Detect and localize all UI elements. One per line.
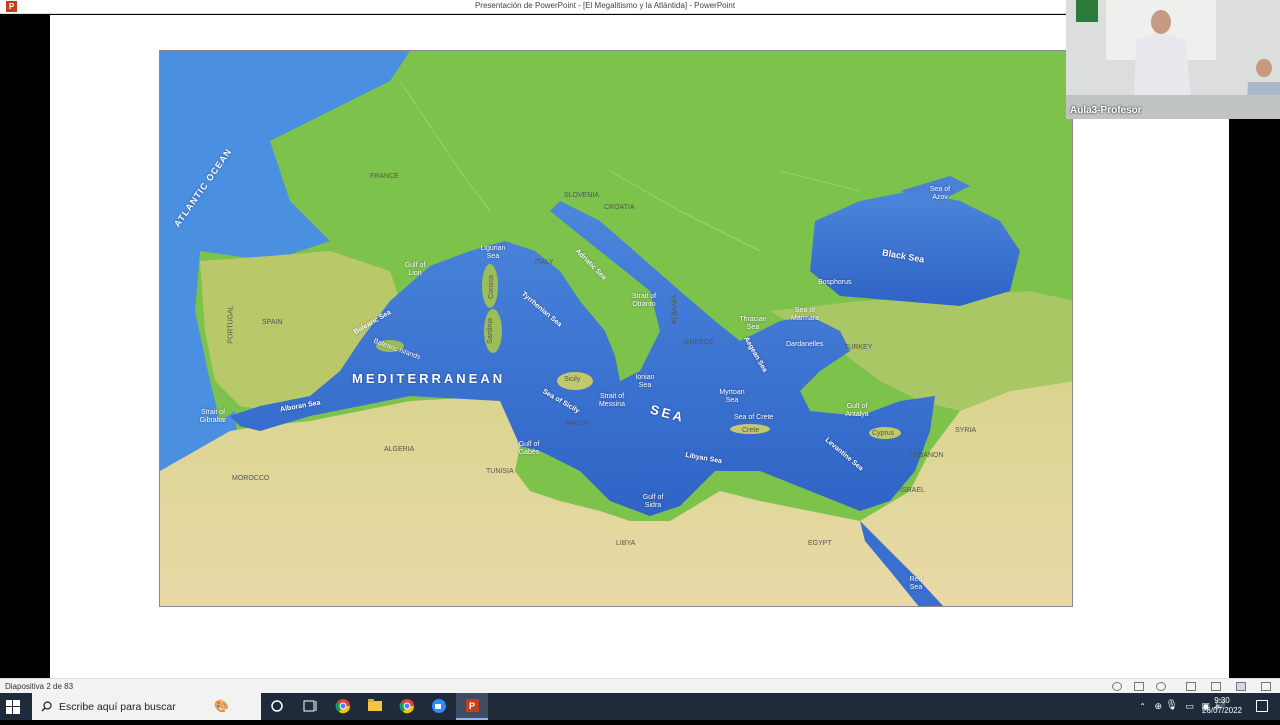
sea-label: Thracian Sea [739,316,767,331]
gulf-label: Gulf of Lion [404,262,426,277]
powerpoint-taskbar-icon[interactable]: P [456,693,488,720]
webcam-image [1066,0,1280,119]
notes-icon[interactable] [1134,682,1144,691]
country-label: SLOVENIA [564,192,600,199]
gulf-label: Gulf of Gabès [518,441,540,456]
chrome-icon[interactable] [327,693,359,720]
gulf-label: Gulf of Sidra [642,494,664,509]
country-label: TUNISIA [486,468,514,475]
task-view-icon[interactable] [295,693,327,720]
accessibility-icon[interactable] [1112,682,1122,691]
clock-time: 9:30 [1214,696,1230,705]
sea-label: Sea of Azov [929,186,951,201]
country-label: SYRIA [955,427,977,434]
sea-label: Ionian Sea [635,374,655,389]
svg-text:P: P [469,701,475,711]
strait-label: Dardanelles [786,341,824,348]
reading-view-icon[interactable] [1236,682,1246,691]
island-label: Corsica [487,275,495,299]
webcam-feed: Aula3-Profesor [1066,0,1280,119]
mediterranean-map: ATLANTIC OCEAN MEDITERRANEAN SEA FRANCE … [159,50,1073,607]
country-label: PORTUGAL [227,305,235,344]
cortana-icon[interactable] [263,693,295,720]
printer-icon[interactable]: ▭ [1185,701,1194,712]
country-label: ITALY [535,259,554,266]
clock-date: 26/07/2022 [1201,706,1242,715]
mediterranean-label: MEDITERRANEAN [352,371,506,386]
windows-start-icon[interactable] [6,700,20,714]
normal-view-icon[interactable] [1186,682,1196,691]
notifications-icon[interactable] [1256,700,1268,712]
window-title: Presentación de PowerPoint - [El Megalit… [474,1,736,10]
country-label: SPAIN [262,319,283,326]
sea-label: Ligurian Sea [480,245,506,260]
country-label: ALGERIA [384,446,415,453]
chrome-icon-2[interactable] [391,693,423,720]
island-label: Sicily [564,376,581,383]
taskbar-clock[interactable]: 9:30 26/07/2022 [1202,696,1242,716]
country-label: ISRAEL [900,487,925,494]
slide-sorter-icon[interactable] [1211,682,1221,691]
country-label: ALBANIA [671,294,679,325]
country-label: FRANCE [370,173,399,180]
search-highlight-icon: 🎨 [214,699,229,713]
sea-label: Sea of Crete [734,414,774,421]
country-label: LIBYA [616,540,636,547]
strait-label: Strait of Messina [598,393,626,408]
microphone-icon[interactable]: 🎙 [1165,700,1178,711]
file-explorer-icon[interactable] [359,693,391,720]
island-label: Crete [742,427,760,434]
country-label: EGYPT [808,540,832,547]
gulf-label: Gulf of Antalya [845,403,869,418]
search-placeholder: Escribe aquí para buscar [59,701,176,713]
sea-label: Red Sea [909,576,923,591]
strait-label: Strait of Otranto [631,293,657,308]
strait-label: Strait of Gibraltar [199,409,227,424]
zoom-icon[interactable] [423,693,455,720]
webcam-label: Aula3-Profesor [1070,105,1142,116]
search-icon [41,701,52,712]
country-label: LEBANON [910,452,944,459]
country-label: TURKEY [844,344,873,351]
slideshow-icon[interactable] [1261,682,1271,691]
sea-label: Myrtoan Sea [719,389,745,404]
island-label: Cyprus [872,430,895,437]
taskbar: Escribe aquí para buscar 🎨 P ⌃ ⊕ 🎙 ▭ ▣ 🔊… [0,693,1280,720]
search-box[interactable]: Escribe aquí para buscar 🎨 [32,693,261,720]
map-image [160,51,1072,606]
status-bar: Diapositiva 2 de 83 [0,678,1280,693]
network-drive-icon[interactable]: ⊕ [1154,701,1162,712]
tray-chevron-icon[interactable]: ⌃ [1139,702,1146,711]
country-label: CROATIA [604,204,635,211]
country-label: MOROCCO [232,475,270,482]
country-label: GREECE [684,339,714,346]
slide-counter: Diapositiva 2 de 83 [5,682,74,691]
island-label: Sardinia [486,318,494,344]
strait-label: Bosphorus [818,279,852,286]
sea-label: Sea of Marmara [790,307,819,322]
country-label: MALTA [566,420,589,427]
comments-icon[interactable] [1156,682,1166,691]
